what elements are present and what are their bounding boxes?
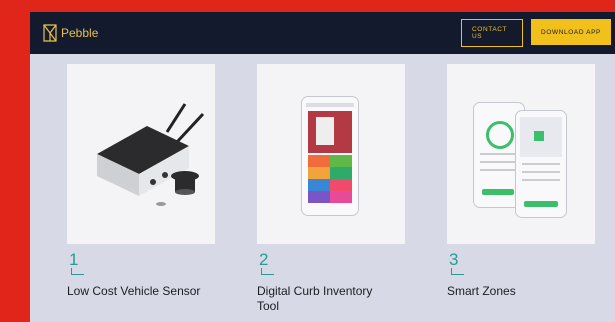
smart-zones-phones-image [447,64,595,244]
top-navbar: Pebble CONTACT US DOWNLOAD APP [30,12,615,54]
card-title: Low Cost Vehicle Sensor [67,284,201,298]
feature-cards: 1 Low Cost Vehicle Sensor 2 Digital Curb… [30,54,615,322]
step-number: 3 [447,250,477,275]
brand-logo[interactable]: Pebble [42,23,98,43]
curb-inventory-phone-image [257,64,405,244]
card-title: Smart Zones [447,284,516,298]
contact-us-button[interactable]: CONTACT US [461,19,523,47]
red-edge-left [0,0,30,322]
red-edge-top [0,0,615,12]
feature-card-smart-zones[interactable]: 3 Smart Zones [447,64,595,299]
vehicle-sensor-image [67,64,215,244]
feature-card-sensor[interactable]: 1 Low Cost Vehicle Sensor [67,64,215,299]
brand-name: Pebble [61,26,99,40]
vehicle-sensor-illustration [97,103,205,206]
download-app-button[interactable]: DOWNLOAD APP [531,19,611,45]
step-number: 1 [67,250,97,275]
card-title: Digital Curb Inventory Tool [257,284,373,313]
step-number: 2 [257,250,287,275]
feature-card-curb-inventory[interactable]: 2 Digital Curb Inventory Tool [257,64,405,314]
pebble-logo-icon [43,24,57,42]
